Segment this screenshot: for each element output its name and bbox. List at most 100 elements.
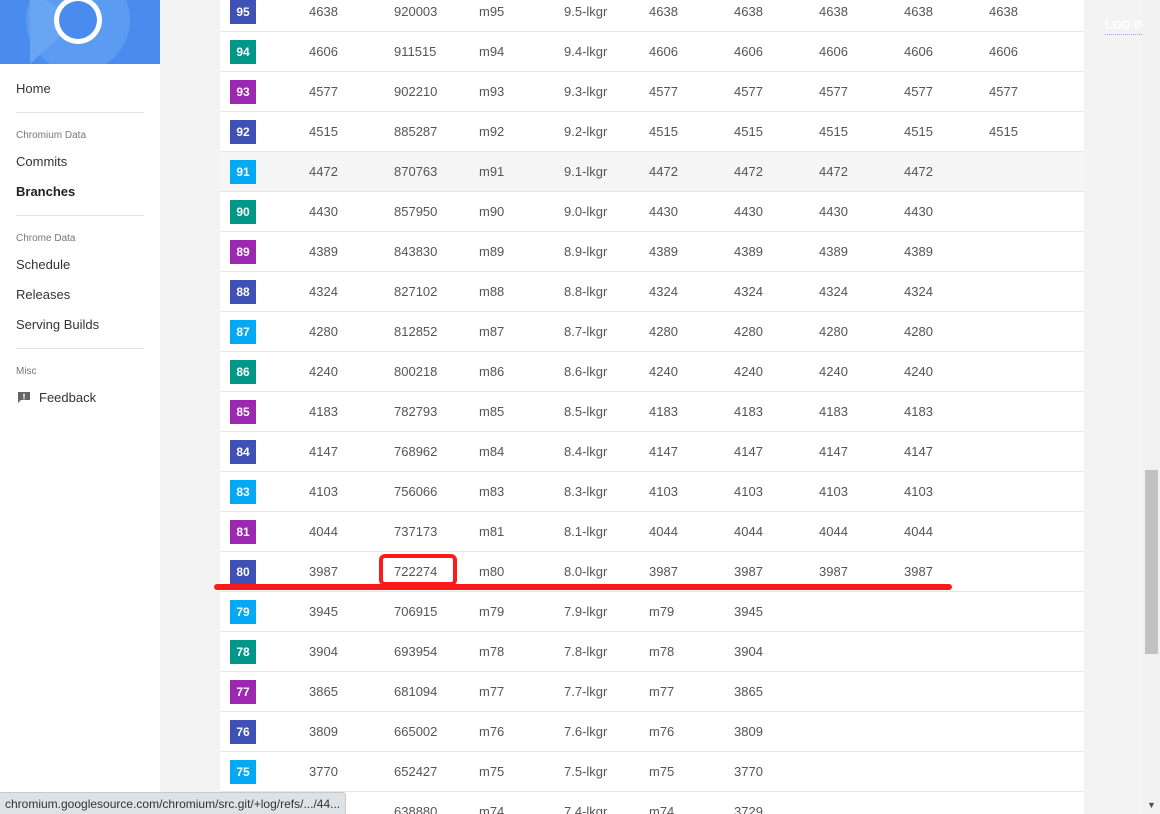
table-cell: 4103 bbox=[649, 484, 678, 499]
table-cell: 782793 bbox=[394, 404, 438, 419]
table-cell: 3770 bbox=[734, 764, 763, 779]
table-cell: 4638 bbox=[309, 4, 338, 19]
table-cell: 4606 bbox=[734, 44, 763, 59]
milestone-badge[interactable]: 78 bbox=[230, 640, 256, 664]
table-cell: 4280 bbox=[904, 324, 933, 339]
sidebar-item-home[interactable]: Home bbox=[16, 81, 51, 96]
sidebar-item-branches[interactable]: Branches bbox=[16, 184, 75, 199]
table-cell: m87 bbox=[479, 324, 505, 339]
table-cell: 4389 bbox=[819, 244, 848, 259]
table-cell: 7.5-lkgr bbox=[564, 764, 608, 779]
milestone-badge[interactable]: 86 bbox=[230, 360, 256, 384]
chromium-logo[interactable] bbox=[0, 0, 160, 64]
milestone-badge[interactable]: 81 bbox=[230, 520, 256, 544]
table-cell: 4430 bbox=[904, 204, 933, 219]
milestone-badge[interactable]: 77 bbox=[230, 680, 256, 704]
milestone-badge[interactable]: 83 bbox=[230, 480, 256, 504]
table-cell: 4324 bbox=[309, 284, 338, 299]
login-link[interactable]: LOG IN bbox=[1105, 18, 1147, 35]
milestone-badge[interactable]: 90 bbox=[230, 200, 256, 224]
table-cell: 4606 bbox=[309, 44, 338, 59]
table-cell: 638880 bbox=[394, 804, 438, 814]
table-cell: 4044 bbox=[309, 524, 338, 539]
milestone-badge[interactable]: 95 bbox=[230, 0, 256, 24]
table-cell: 9.4-lkgr bbox=[564, 44, 608, 59]
sidebar-item-serving-builds[interactable]: Serving Builds bbox=[16, 317, 99, 332]
table-cell: m75 bbox=[649, 764, 675, 779]
table-cell: m77 bbox=[479, 684, 505, 699]
table-cell: 4183 bbox=[734, 404, 763, 419]
scroll-down-arrow-icon[interactable]: ▼ bbox=[1147, 800, 1156, 810]
scrollbar-thumb[interactable] bbox=[1145, 470, 1158, 654]
sidebar-item-schedule[interactable]: Schedule bbox=[16, 257, 70, 272]
milestone-badge[interactable]: 94 bbox=[230, 40, 256, 64]
table-cell: 4044 bbox=[734, 524, 763, 539]
table-cell: 4430 bbox=[734, 204, 763, 219]
sidebar-divider bbox=[16, 215, 144, 216]
table-cell: 8.8-lkgr bbox=[564, 284, 608, 299]
milestone-badge[interactable]: 85 bbox=[230, 400, 256, 424]
milestone-badge[interactable]: 84 bbox=[230, 440, 256, 464]
table-cell: 665002 bbox=[394, 724, 438, 739]
table-cell: 4240 bbox=[649, 364, 678, 379]
table-cell: m79 bbox=[649, 604, 675, 619]
table-cell: 4515 bbox=[989, 124, 1018, 139]
milestone-badge[interactable]: 89 bbox=[230, 240, 256, 264]
table-cell: 9.1-lkgr bbox=[564, 164, 608, 179]
table-cell: 4103 bbox=[819, 484, 848, 499]
milestone-badge[interactable]: 75 bbox=[230, 760, 256, 784]
milestone-badge[interactable]: 79 bbox=[230, 600, 256, 624]
milestone-badge[interactable]: 87 bbox=[230, 320, 256, 344]
table-cell: 4638 bbox=[649, 4, 678, 19]
table-row: 75 3770 652427 m75 7.5-lkgr m75 3770 bbox=[220, 752, 1084, 792]
table-cell: 4577 bbox=[819, 84, 848, 99]
table-cell: 4324 bbox=[734, 284, 763, 299]
table-cell: 4430 bbox=[649, 204, 678, 219]
scrollbar-track[interactable] bbox=[1143, 0, 1160, 814]
table-row: 77 3865 681094 m77 7.7-lkgr m77 3865 bbox=[220, 672, 1084, 712]
table-cell: 4577 bbox=[989, 84, 1018, 99]
table-cell: 4472 bbox=[649, 164, 678, 179]
table-cell: 4147 bbox=[904, 444, 933, 459]
table-cell: 4515 bbox=[819, 124, 848, 139]
table-cell: 9.5-lkgr bbox=[564, 4, 608, 19]
table-cell: 4240 bbox=[309, 364, 338, 379]
table-cell: 4280 bbox=[309, 324, 338, 339]
table-cell: m83 bbox=[479, 484, 505, 499]
table-cell: 4389 bbox=[309, 244, 338, 259]
table-cell: 4044 bbox=[649, 524, 678, 539]
table-cell: 4389 bbox=[734, 244, 763, 259]
table-cell: 3904 bbox=[734, 644, 763, 659]
sidebar-item-commits[interactable]: Commits bbox=[16, 154, 67, 169]
table-cell: 4638 bbox=[819, 4, 848, 19]
milestone-badge[interactable]: 88 bbox=[230, 280, 256, 304]
table-row: 83 4103 756066 m83 8.3-lkgr 4103 4103 4103 4103 bbox=[220, 472, 1084, 512]
table-row: 76 3809 665002 m76 7.6-lkgr m76 3809 bbox=[220, 712, 1084, 752]
sidebar-divider bbox=[16, 348, 144, 349]
milestone-badge[interactable]: 92 bbox=[230, 120, 256, 144]
table-cell: 4606 bbox=[904, 44, 933, 59]
milestone-badge[interactable]: 80 bbox=[230, 560, 256, 584]
table-cell: 706915 bbox=[394, 604, 438, 619]
sidebar-item-feedback[interactable]: Feedback bbox=[39, 390, 96, 405]
table-cell: 7.8-lkgr bbox=[564, 644, 608, 659]
table-cell: 4430 bbox=[819, 204, 848, 219]
table-cell: 4240 bbox=[734, 364, 763, 379]
table-row: 84 4147 768962 m84 8.4-lkgr 4147 4147 4147 4147 bbox=[220, 432, 1084, 472]
milestone-badge[interactable]: 76 bbox=[230, 720, 256, 744]
milestone-badge[interactable]: 93 bbox=[230, 80, 256, 104]
table-cell: m85 bbox=[479, 404, 505, 419]
app-root: Home Chromium Data Commits Branches Chro… bbox=[0, 0, 1160, 814]
table-cell: 4472 bbox=[309, 164, 338, 179]
sidebar-item-releases[interactable]: Releases bbox=[16, 287, 70, 302]
table-cell: 3865 bbox=[734, 684, 763, 699]
table-cell: 4183 bbox=[904, 404, 933, 419]
milestone-badge[interactable]: 91 bbox=[230, 160, 256, 184]
table-cell: 4044 bbox=[819, 524, 848, 539]
table-cell: 3904 bbox=[309, 644, 338, 659]
table-cell: 3809 bbox=[734, 724, 763, 739]
table-cell: 4472 bbox=[904, 164, 933, 179]
table-cell: m76 bbox=[479, 724, 505, 739]
table-cell: m77 bbox=[649, 684, 675, 699]
table-cell: 768962 bbox=[394, 444, 438, 459]
